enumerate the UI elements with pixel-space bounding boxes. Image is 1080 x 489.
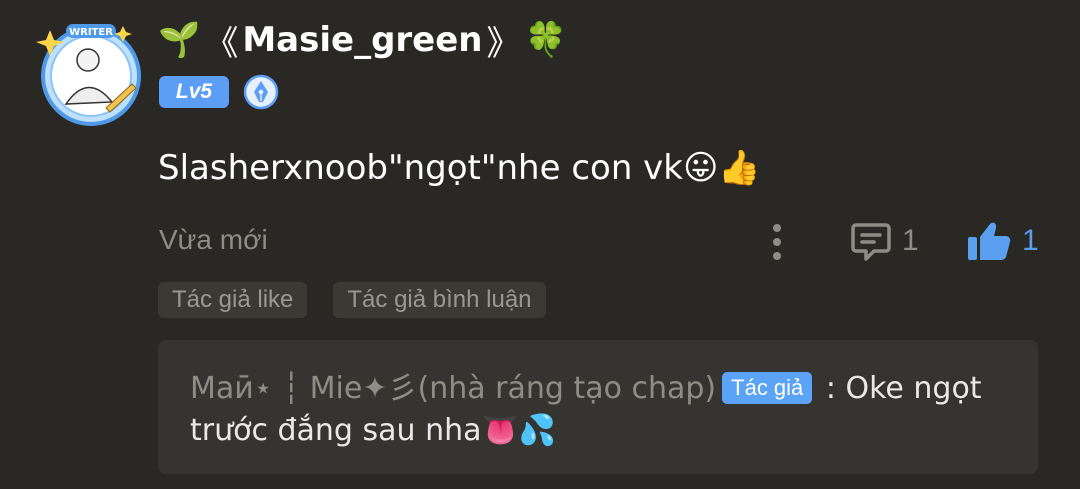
reply-count: 1 [902,224,919,257]
reply-separator: : [816,371,846,406]
author-badge: Tác giả [722,372,813,404]
comment-tags: Tác giả like Tác giả bình luận [158,282,546,318]
like-button[interactable]: 1 [966,219,1039,263]
thumbs-up-icon [968,222,1011,260]
vertical-dots-icon [773,224,781,260]
tag-author-liked: Tác giả like [158,282,308,318]
pen-nib-badge-icon[interactable] [243,74,279,110]
avatar-writer-label: WRITER [69,27,113,38]
user-avatar[interactable]: WRITER [36,22,146,126]
comment-text: Slasherxnoob"ngọt"nhe con vk😛👍 [158,148,761,188]
username[interactable]: 🌱 《 Masie_green 》 🍀 [158,18,567,64]
user-badges: Lv5 [159,74,279,110]
username-close-bracket: 》 [486,23,521,64]
clover-emoji: 🍀 [524,20,567,60]
tag-author-commented: Tác giả bình luận [333,282,546,318]
like-count: 1 [1022,224,1039,257]
reply-author-name[interactable]: Маӣ⋆ ┆ Mie✦彡(nhà ráng tạo chap) [190,371,716,406]
reply-preview[interactable]: Маӣ⋆ ┆ Mie✦彡(nhà ráng tạo chap) Tác giả :… [158,340,1038,474]
username-text: Masie_green [242,20,483,60]
more-options-button[interactable] [766,222,788,262]
username-open-bracket: 《 [204,23,239,64]
comment-timestamp: Vừa mới [159,224,268,255]
level-badge[interactable]: Lv5 [159,76,229,108]
reply-button[interactable]: 1 [850,219,919,263]
speech-bubble-icon [851,223,891,261]
seedling-emoji: 🌱 [158,20,201,60]
